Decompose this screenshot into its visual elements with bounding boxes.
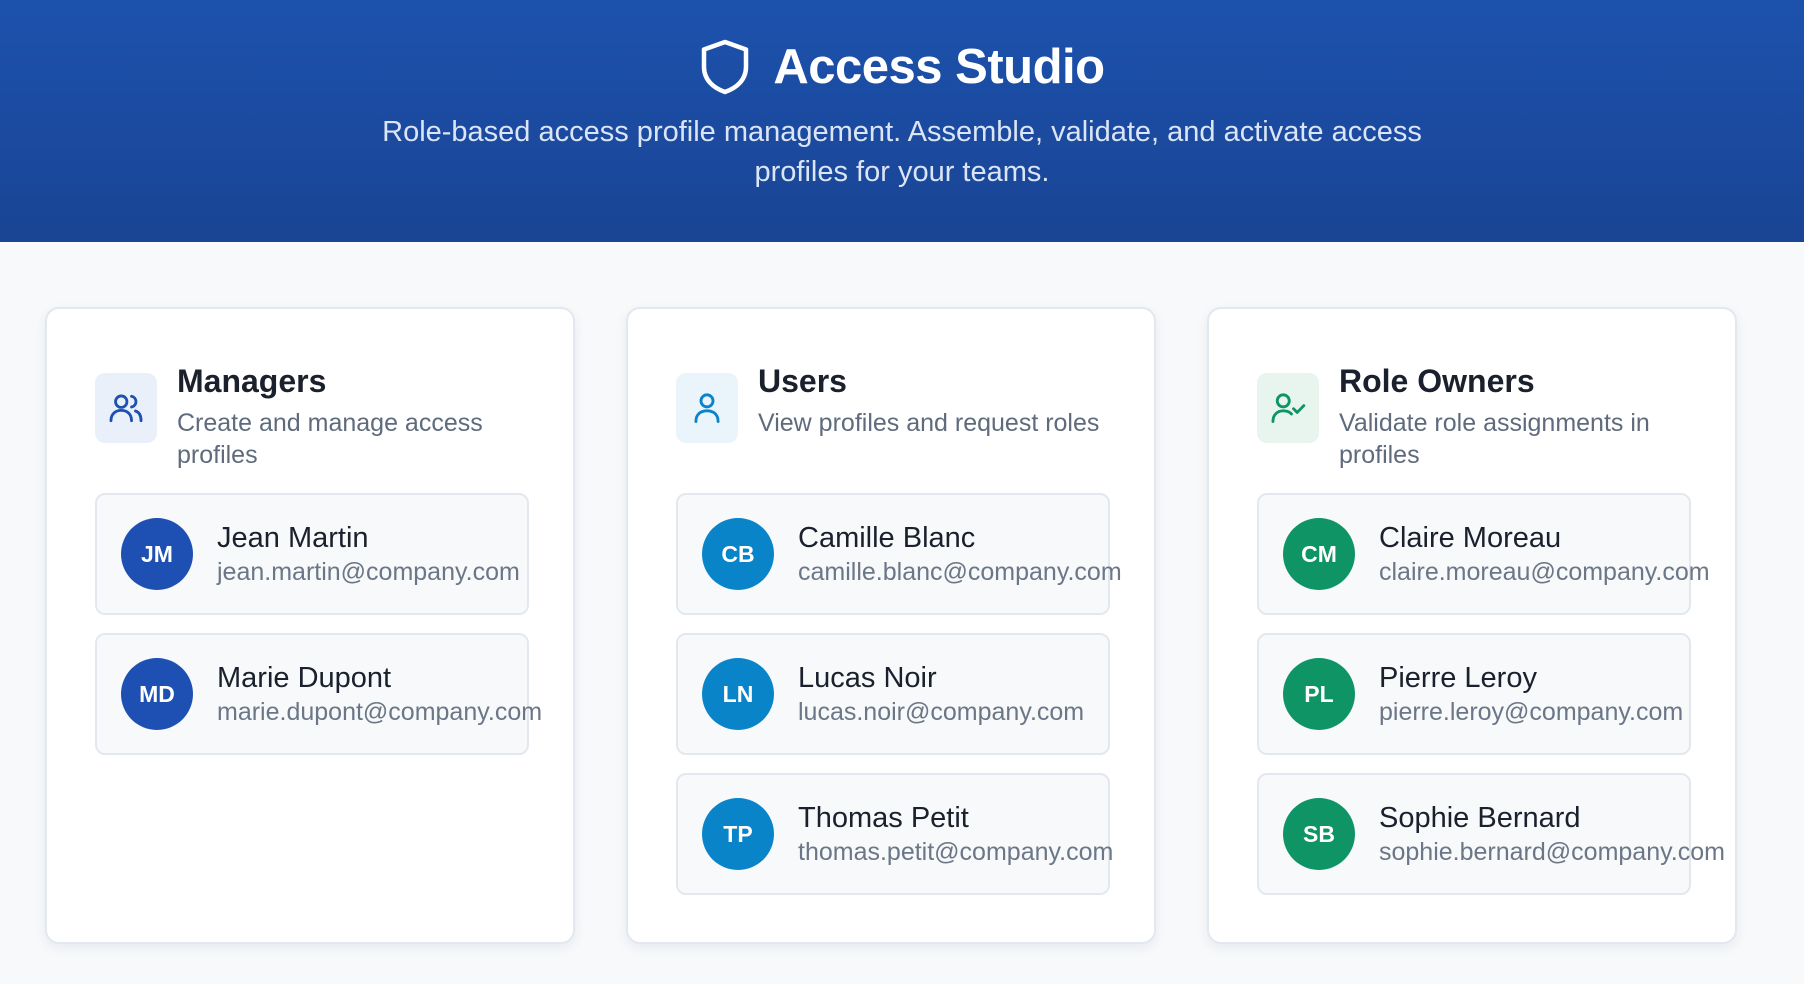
member-card[interactable]: JM Jean Martin jean.martin@company.com <box>95 493 529 615</box>
avatar: SB <box>1283 798 1355 870</box>
member-card[interactable]: LN Lucas Noir lucas.noir@company.com <box>676 633 1110 755</box>
panel-heading: Role Owners Validate role assignments in… <box>1339 361 1697 471</box>
member-email: camille.blanc@company.com <box>798 558 1122 586</box>
avatar: PL <box>1283 658 1355 730</box>
member-name: Camille Blanc <box>798 522 976 554</box>
member-email: marie.dupont@company.com <box>217 698 543 726</box>
member-email: pierre.leroy@company.com <box>1379 698 1684 726</box>
member-card[interactable]: MD Marie Dupont marie.dupont@company.com <box>95 633 542 755</box>
member-card[interactable]: SB Sophie Bernard sophie.bernard@company… <box>1257 773 1725 895</box>
member-name: Thomas Petit <box>798 802 969 834</box>
member-email: thomas.petit@company.com <box>798 838 1114 866</box>
panel-title: Role Owners <box>1339 363 1535 399</box>
panel-description: Create and manage access profiles <box>177 409 483 469</box>
member-name: Jean Martin <box>217 522 369 554</box>
panel-header: Role Owners Validate role assignments in… <box>1257 361 1697 471</box>
brand: Access Studio <box>699 38 1105 96</box>
panel-users: Users View profiles and request roles CB… <box>626 307 1156 944</box>
panel-role-owners: Role Owners Validate role assignments in… <box>1207 307 1737 944</box>
member-list: CM Claire Moreau claire.moreau@company.c… <box>1257 493 1725 895</box>
panel-description: View profiles and request roles <box>758 409 1100 437</box>
member-list: CB Camille Blanc camille.blanc@company.c… <box>676 493 1122 895</box>
member-email: jean.martin@company.com <box>217 558 520 586</box>
panel-heading: Users View profiles and request roles <box>758 361 1099 439</box>
avatar: LN <box>702 658 774 730</box>
avatar: CM <box>1283 518 1355 590</box>
panel-header: Users View profiles and request roles <box>676 361 1116 443</box>
user-check-icon <box>1257 373 1319 443</box>
panel-managers: Managers Create and manage access profil… <box>45 307 575 944</box>
avatar: CB <box>702 518 774 590</box>
member-email: lucas.noir@company.com <box>798 698 1085 726</box>
panel-description: Validate role assignments in profiles <box>1339 409 1650 469</box>
avatar: TP <box>702 798 774 870</box>
member-name: Sophie Bernard <box>1379 802 1581 834</box>
shield-icon <box>702 39 749 95</box>
panel-heading: Managers Create and manage access profil… <box>177 361 535 471</box>
member-list: JM Jean Martin jean.martin@company.com M… <box>95 493 542 755</box>
panel-title: Managers <box>177 363 327 399</box>
member-card[interactable]: CB Camille Blanc camille.blanc@company.c… <box>676 493 1122 615</box>
member-card[interactable]: PL Pierre Leroy pierre.leroy@company.com <box>1257 633 1691 755</box>
member-name: Lucas Noir <box>798 662 937 694</box>
panel-header: Managers Create and manage access profil… <box>95 361 535 471</box>
avatar: MD <box>121 658 193 730</box>
app-title: Access Studio <box>773 40 1105 94</box>
member-name: Pierre Leroy <box>1379 662 1537 694</box>
member-name: Marie Dupont <box>217 662 392 694</box>
member-email: claire.moreau@company.com <box>1379 558 1710 586</box>
member-card[interactable]: CM Claire Moreau claire.moreau@company.c… <box>1257 493 1710 615</box>
users-icon <box>95 373 157 443</box>
user-icon <box>676 373 738 443</box>
page-header: Access Studio Role-based access profile … <box>0 0 1804 242</box>
member-name: Claire Moreau <box>1379 522 1562 554</box>
member-email: sophie.bernard@company.com <box>1379 838 1725 866</box>
panel-title: Users <box>758 363 847 399</box>
app-subtitle: Role-based access profile management. As… <box>382 116 1422 188</box>
avatar: JM <box>121 518 193 590</box>
member-card[interactable]: TP Thomas Petit thomas.petit@company.com <box>676 773 1114 895</box>
